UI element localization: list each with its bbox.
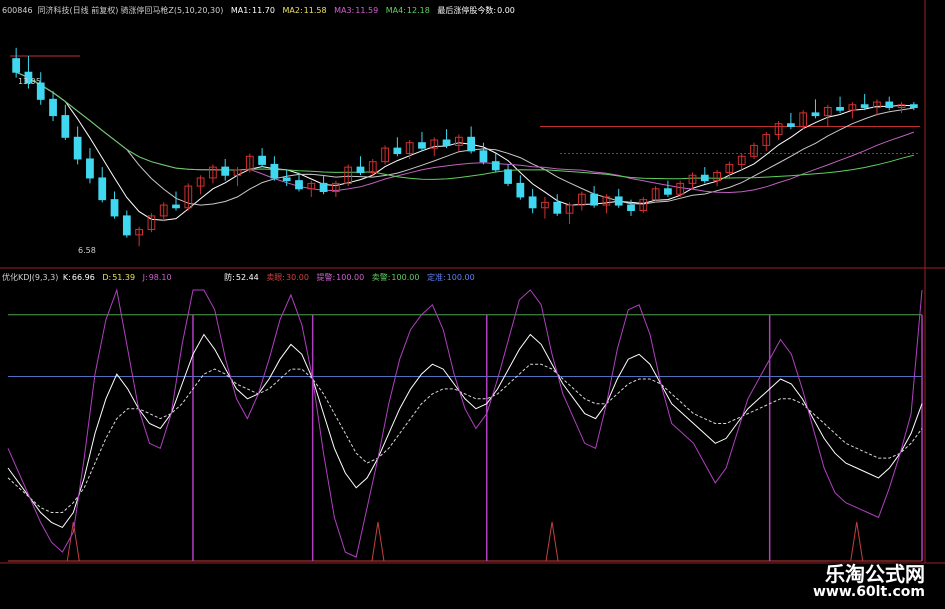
candle [504, 169, 512, 184]
kdj-header: 优化KDJ(9,3,3) K:66.96 D:51.39 J:98.10 防:5… [2, 272, 480, 283]
fang-label: 防: [224, 273, 235, 282]
j-label: J: [142, 273, 148, 282]
candle [528, 196, 537, 209]
buy-label: 卖警: [371, 273, 391, 282]
ma1-label: MA1: [230, 6, 252, 15]
ma4-value: 12.18 [406, 6, 430, 15]
candle [295, 180, 303, 190]
candle [319, 182, 328, 193]
warn-label: 提警: [316, 273, 336, 282]
d-label: D: [102, 273, 112, 282]
ma3-label: MA3: [334, 6, 355, 15]
candle [553, 201, 562, 214]
candle [860, 104, 869, 108]
ma2-value: 11.58 [303, 6, 327, 15]
candle [442, 139, 451, 146]
ma1-value: 11.70 [252, 6, 275, 15]
candle [98, 177, 107, 201]
candle [467, 136, 476, 152]
candle [122, 215, 131, 236]
j-value: 98.10 [148, 273, 172, 282]
stock-name: 同济科技(日线 前复权) [37, 6, 119, 15]
candle [811, 112, 820, 117]
ma2-label: MA2: [282, 6, 303, 15]
k-label: K: [62, 273, 71, 282]
kdj-name: 优化KDJ(9,3,3) [2, 273, 59, 282]
candle [12, 58, 21, 73]
candle [418, 142, 426, 149]
sell-value: 30.00 [286, 273, 309, 282]
indicator-name: 骑涨停回马枪Z(5,10,20,30) [120, 6, 224, 15]
candle [491, 161, 500, 171]
candle [836, 106, 844, 111]
candle [664, 188, 672, 195]
buy-value: 100.00 [391, 273, 420, 282]
candle [270, 163, 279, 179]
candle [627, 204, 635, 211]
candle [221, 166, 230, 176]
candle [516, 182, 525, 198]
fixed-value: 100.00 [446, 273, 475, 282]
candle [479, 150, 488, 163]
price-header: 600846 同济科技(日线 前复权) 骑涨停回马枪Z(5,10,20,30) MA… [2, 5, 520, 16]
extra-label: 最后涨停股今数: [437, 6, 497, 15]
sell-label: 卖眼: [266, 273, 286, 282]
candle [909, 104, 918, 108]
candle [86, 158, 94, 179]
stock-code: 600846 [2, 6, 33, 15]
candle [282, 177, 291, 182]
candle [61, 115, 70, 138]
candle [172, 204, 180, 209]
watermark-title: 乐淘公式网 [825, 562, 925, 586]
fang-value: 52.44 [235, 273, 259, 282]
candle [356, 166, 365, 174]
k-value: 66.96 [71, 273, 95, 282]
fixed-label: 定准: [426, 273, 446, 282]
candle [49, 98, 57, 117]
candle [885, 101, 894, 108]
price-high-label: 13.95 [18, 77, 41, 86]
stock-chart: 13.95 6.58 [0, 0, 945, 609]
candle [590, 193, 599, 206]
price-low-label: 6.58 [78, 246, 96, 255]
candle [700, 174, 709, 182]
watermark-url: www.60lt.com [812, 584, 925, 600]
candle [614, 196, 623, 206]
d-value: 51.39 [112, 273, 136, 282]
candle [258, 155, 266, 165]
candle [110, 199, 119, 217]
extra-value: 0.00 [497, 6, 515, 15]
ma4-label: MA4: [385, 6, 406, 15]
candle [73, 136, 82, 160]
candle [786, 123, 795, 127]
warn-value: 100.00 [336, 273, 365, 282]
ma3-value: 11.59 [355, 6, 379, 15]
candle [393, 147, 402, 155]
